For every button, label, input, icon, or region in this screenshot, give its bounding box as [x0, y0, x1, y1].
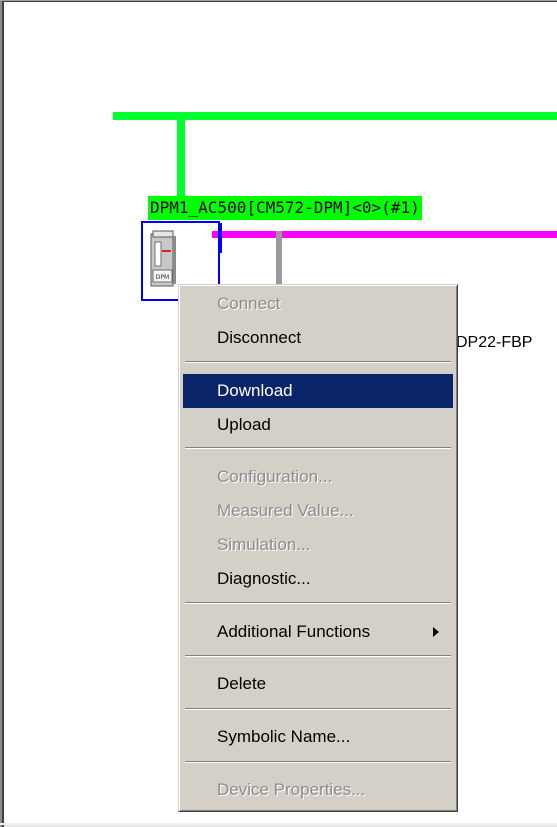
menu-item-simulation: Simulation... — [217, 535, 311, 554]
menu-separator — [185, 761, 451, 763]
menu-item-device-properties: Device Properties... — [217, 780, 366, 799]
slave-device-label[interactable]: DP22-FBP — [456, 334, 532, 352]
menu-item-delete[interactable]: Delete — [183, 667, 453, 701]
menu-item-measured-value: Measured Value... — [217, 501, 354, 520]
menu-item-configuration: Configuration... — [217, 467, 333, 486]
menu-item-additional-functions[interactable]: Additional Functions — [183, 615, 453, 649]
context-menu: Connect Disconnect Download Upload Confi… — [178, 284, 458, 812]
menu-item-additional-functions-label: Additional Functions — [217, 622, 371, 641]
dpm-icon-text: DPM — [156, 274, 169, 281]
menu-separator — [185, 655, 451, 657]
menu-item-symbolic-name[interactable]: Symbolic Name... — [183, 720, 453, 754]
menu-item-download[interactable]: Download — [183, 374, 453, 408]
menu-item-upload[interactable]: Upload — [183, 408, 453, 442]
menu-item-connect: Connect — [217, 294, 281, 313]
network-view-canvas[interactable]: DPM1_AC500[CM572-DPM]<0>(#1) DPM DP22-FB… — [0, 0, 557, 827]
menu-separator — [185, 447, 451, 449]
master-device-label[interactable]: DPM1_AC500[CM572-DPM]<0>(#1) — [148, 196, 422, 220]
dpm-module-icon[interactable]: DPM — [149, 230, 177, 288]
menu-separator — [185, 602, 451, 604]
menu-separator — [185, 708, 451, 710]
device-connector-line — [276, 231, 282, 291]
menu-separator — [185, 361, 451, 363]
menu-item-diagnostic[interactable]: Diagnostic... — [183, 562, 453, 596]
menu-item-disconnect[interactable]: Disconnect — [183, 321, 453, 355]
chevron-right-icon — [433, 627, 439, 637]
secondary-bus-line — [212, 231, 557, 238]
profibus-line-drop — [177, 112, 185, 200]
